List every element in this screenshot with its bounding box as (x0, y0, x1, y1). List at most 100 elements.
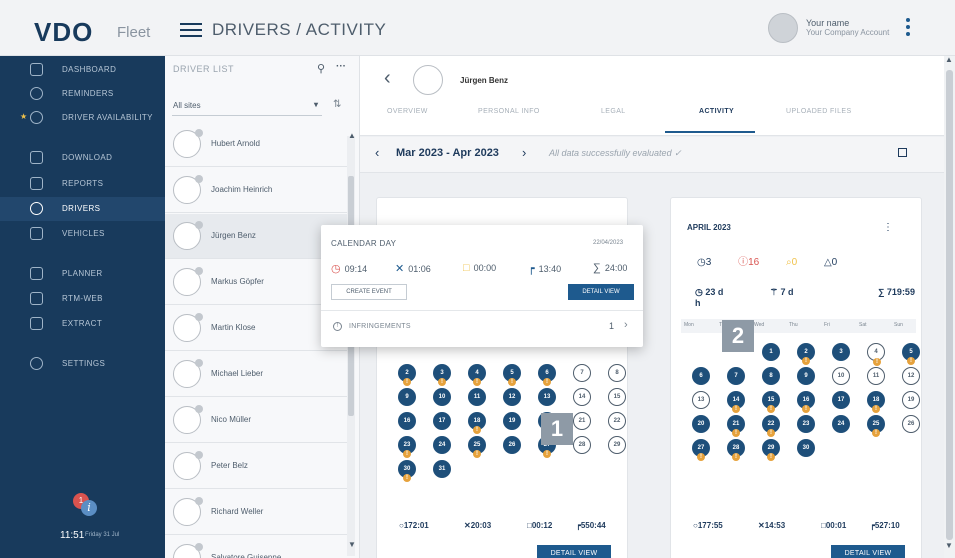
sidebar-item-reports[interactable]: REPORTS (0, 172, 165, 196)
tab-uploaded-files[interactable]: UPLOADED FILES (786, 108, 852, 115)
calendar-day[interactable]: 5 (902, 343, 920, 365)
driver-list-item[interactable]: Martin Klose (165, 306, 347, 351)
calendar-day[interactable]: 23 (797, 415, 815, 433)
hamburger-menu-icon[interactable] (180, 23, 202, 37)
calendar-day[interactable]: 23 (398, 436, 416, 458)
notification-button[interactable]: 1 i (73, 493, 97, 517)
previous-period-icon[interactable]: ‹ (375, 145, 379, 160)
calendar-day[interactable]: 18 (867, 391, 885, 413)
calendar-day[interactable]: 25 (867, 415, 885, 437)
calendar-day[interactable]: 22 (608, 412, 626, 430)
calendar-day[interactable]: 28 (573, 436, 591, 454)
sidebar-item-drivers[interactable]: DRIVERS (0, 197, 165, 221)
calendar-day[interactable]: 22 (762, 415, 780, 437)
calendar-day[interactable]: 11 (867, 367, 885, 385)
calendar-day[interactable]: 17 (433, 412, 451, 430)
calendar-day[interactable]: 26 (503, 436, 521, 454)
calendar-day[interactable]: 17 (832, 391, 850, 409)
calendar-day[interactable]: 8 (608, 364, 626, 382)
main-scrollbar[interactable] (944, 56, 955, 558)
calendar-day[interactable]: 14 (727, 391, 745, 413)
export-icon[interactable] (898, 148, 907, 157)
calendar-day[interactable]: 13 (692, 391, 710, 409)
sidebar-item-download[interactable]: DOWNLOAD (0, 146, 165, 170)
calendar-day[interactable]: 9 (797, 367, 815, 385)
calendar-day[interactable]: 30 (797, 439, 815, 457)
calendar-day[interactable]: 8 (762, 367, 780, 385)
tab-activity[interactable]: ACTIVITY (699, 108, 734, 115)
calendar-day[interactable]: 4 (867, 343, 885, 366)
calendar-day[interactable]: 3 (433, 364, 451, 386)
calendar-day[interactable]: 29 (608, 436, 626, 454)
driver-list-item[interactable]: Jürgen Benz (165, 214, 347, 259)
calendar-day[interactable]: 11 (468, 388, 486, 406)
tab-legal[interactable]: LEGAL (601, 108, 626, 115)
scroll-up-icon[interactable]: ▲ (348, 131, 356, 140)
calendar-day[interactable]: 19 (902, 391, 920, 409)
scroll-down-icon[interactable]: ▼ (348, 540, 356, 549)
calendar-day[interactable]: 21 (727, 415, 745, 437)
create-event-button[interactable]: CREATE EVENT (331, 284, 407, 300)
driver-list-item[interactable]: Joachim Heinrich (165, 168, 347, 213)
calendar-day[interactable]: 25 (468, 436, 486, 458)
sidebar-item-planner[interactable]: PLANNER (0, 262, 165, 286)
calendar-day[interactable]: 16 (398, 412, 416, 430)
calendar-day[interactable]: 29 (762, 439, 780, 461)
calendar-day[interactable]: 14 (573, 388, 591, 406)
calendar-day[interactable]: 15 (762, 391, 780, 413)
back-arrow-icon[interactable]: ‹ (384, 67, 391, 90)
calendar-day[interactable]: 28 (727, 439, 745, 461)
sidebar-item-vehicles[interactable]: VEHICLES (0, 222, 165, 246)
calendar-day[interactable]: 12 (902, 367, 920, 385)
more-icon[interactable]: ··· (336, 61, 346, 72)
infringements-label[interactable]: INFRINGEMENTS (349, 323, 411, 330)
calendar-day[interactable]: 12 (503, 388, 521, 406)
search-icon[interactable]: ⚲ (317, 62, 325, 75)
calendar-day[interactable]: 13 (538, 388, 556, 406)
calendar-day[interactable]: 24 (433, 436, 451, 454)
sidebar-item-extract[interactable]: EXTRACT (0, 312, 165, 336)
sidebar-item-driver-availability[interactable]: ★ DRIVER AVAILABILITY (0, 106, 165, 130)
chevron-right-icon[interactable]: › (624, 319, 628, 331)
driver-list-item[interactable]: Nico Müller (165, 398, 347, 443)
user-name[interactable]: Your name (806, 18, 849, 28)
calendar-day[interactable]: 27 (692, 439, 710, 461)
brand-logo[interactable]: VDO (34, 17, 93, 48)
calendar-day[interactable]: 10 (832, 367, 850, 385)
calendar-day[interactable]: 2 (398, 364, 416, 386)
calendar-day[interactable]: 24 (832, 415, 850, 433)
calendar-day[interactable]: 10 (433, 388, 451, 406)
sidebar-item-reminders[interactable]: REMINDERS (0, 82, 165, 106)
calendar-day[interactable]: 30 (398, 460, 416, 482)
calendar-day[interactable]: 9 (398, 388, 416, 406)
sidebar-item-rtm-web[interactable]: RTM-WEB (0, 287, 165, 311)
calendar-day[interactable]: 15 (608, 388, 626, 406)
calendar-day[interactable]: 7 (727, 367, 745, 385)
calendar-day[interactable]: 5 (503, 364, 521, 386)
detail-view-button[interactable]: DETAIL VIEW (537, 545, 611, 558)
calendar-day[interactable]: 6 (538, 364, 556, 386)
tab-overview[interactable]: OVERVIEW (387, 108, 428, 115)
calendar-day[interactable]: 20 (692, 415, 710, 433)
calendar-day[interactable]: 2 (797, 343, 815, 365)
detail-view-button[interactable]: DETAIL VIEW (568, 284, 634, 300)
driver-list-item[interactable]: Markus Göpfer (165, 260, 347, 305)
next-period-icon[interactable]: › (522, 145, 526, 160)
calendar-day[interactable]: 16 (797, 391, 815, 413)
driver-list-item[interactable]: Peter Belz (165, 444, 347, 489)
calendar-day[interactable]: 19 (503, 412, 521, 430)
sort-icon[interactable]: ⇅ (333, 99, 341, 110)
sidebar-item-settings[interactable]: SETTINGS (0, 352, 165, 376)
site-filter-select[interactable]: All sites ▾ (172, 96, 322, 116)
user-avatar[interactable] (768, 13, 798, 43)
calendar-day[interactable]: 6 (692, 367, 710, 385)
scroll-down-icon[interactable]: ▼ (945, 541, 953, 550)
user-account[interactable]: Your Company Account (806, 28, 889, 37)
calendar-day[interactable]: 3 (832, 343, 850, 361)
sidebar-item-dashboard[interactable]: DASHBOARD (0, 58, 165, 82)
tab-personal-info[interactable]: PERSONAL INFO (478, 108, 540, 115)
driver-list-item[interactable]: Richard Weller (165, 490, 347, 535)
more-menu-icon[interactable] (905, 17, 911, 39)
calendar-day[interactable]: 4 (468, 364, 486, 386)
calendar-day[interactable]: 21 (573, 412, 591, 430)
